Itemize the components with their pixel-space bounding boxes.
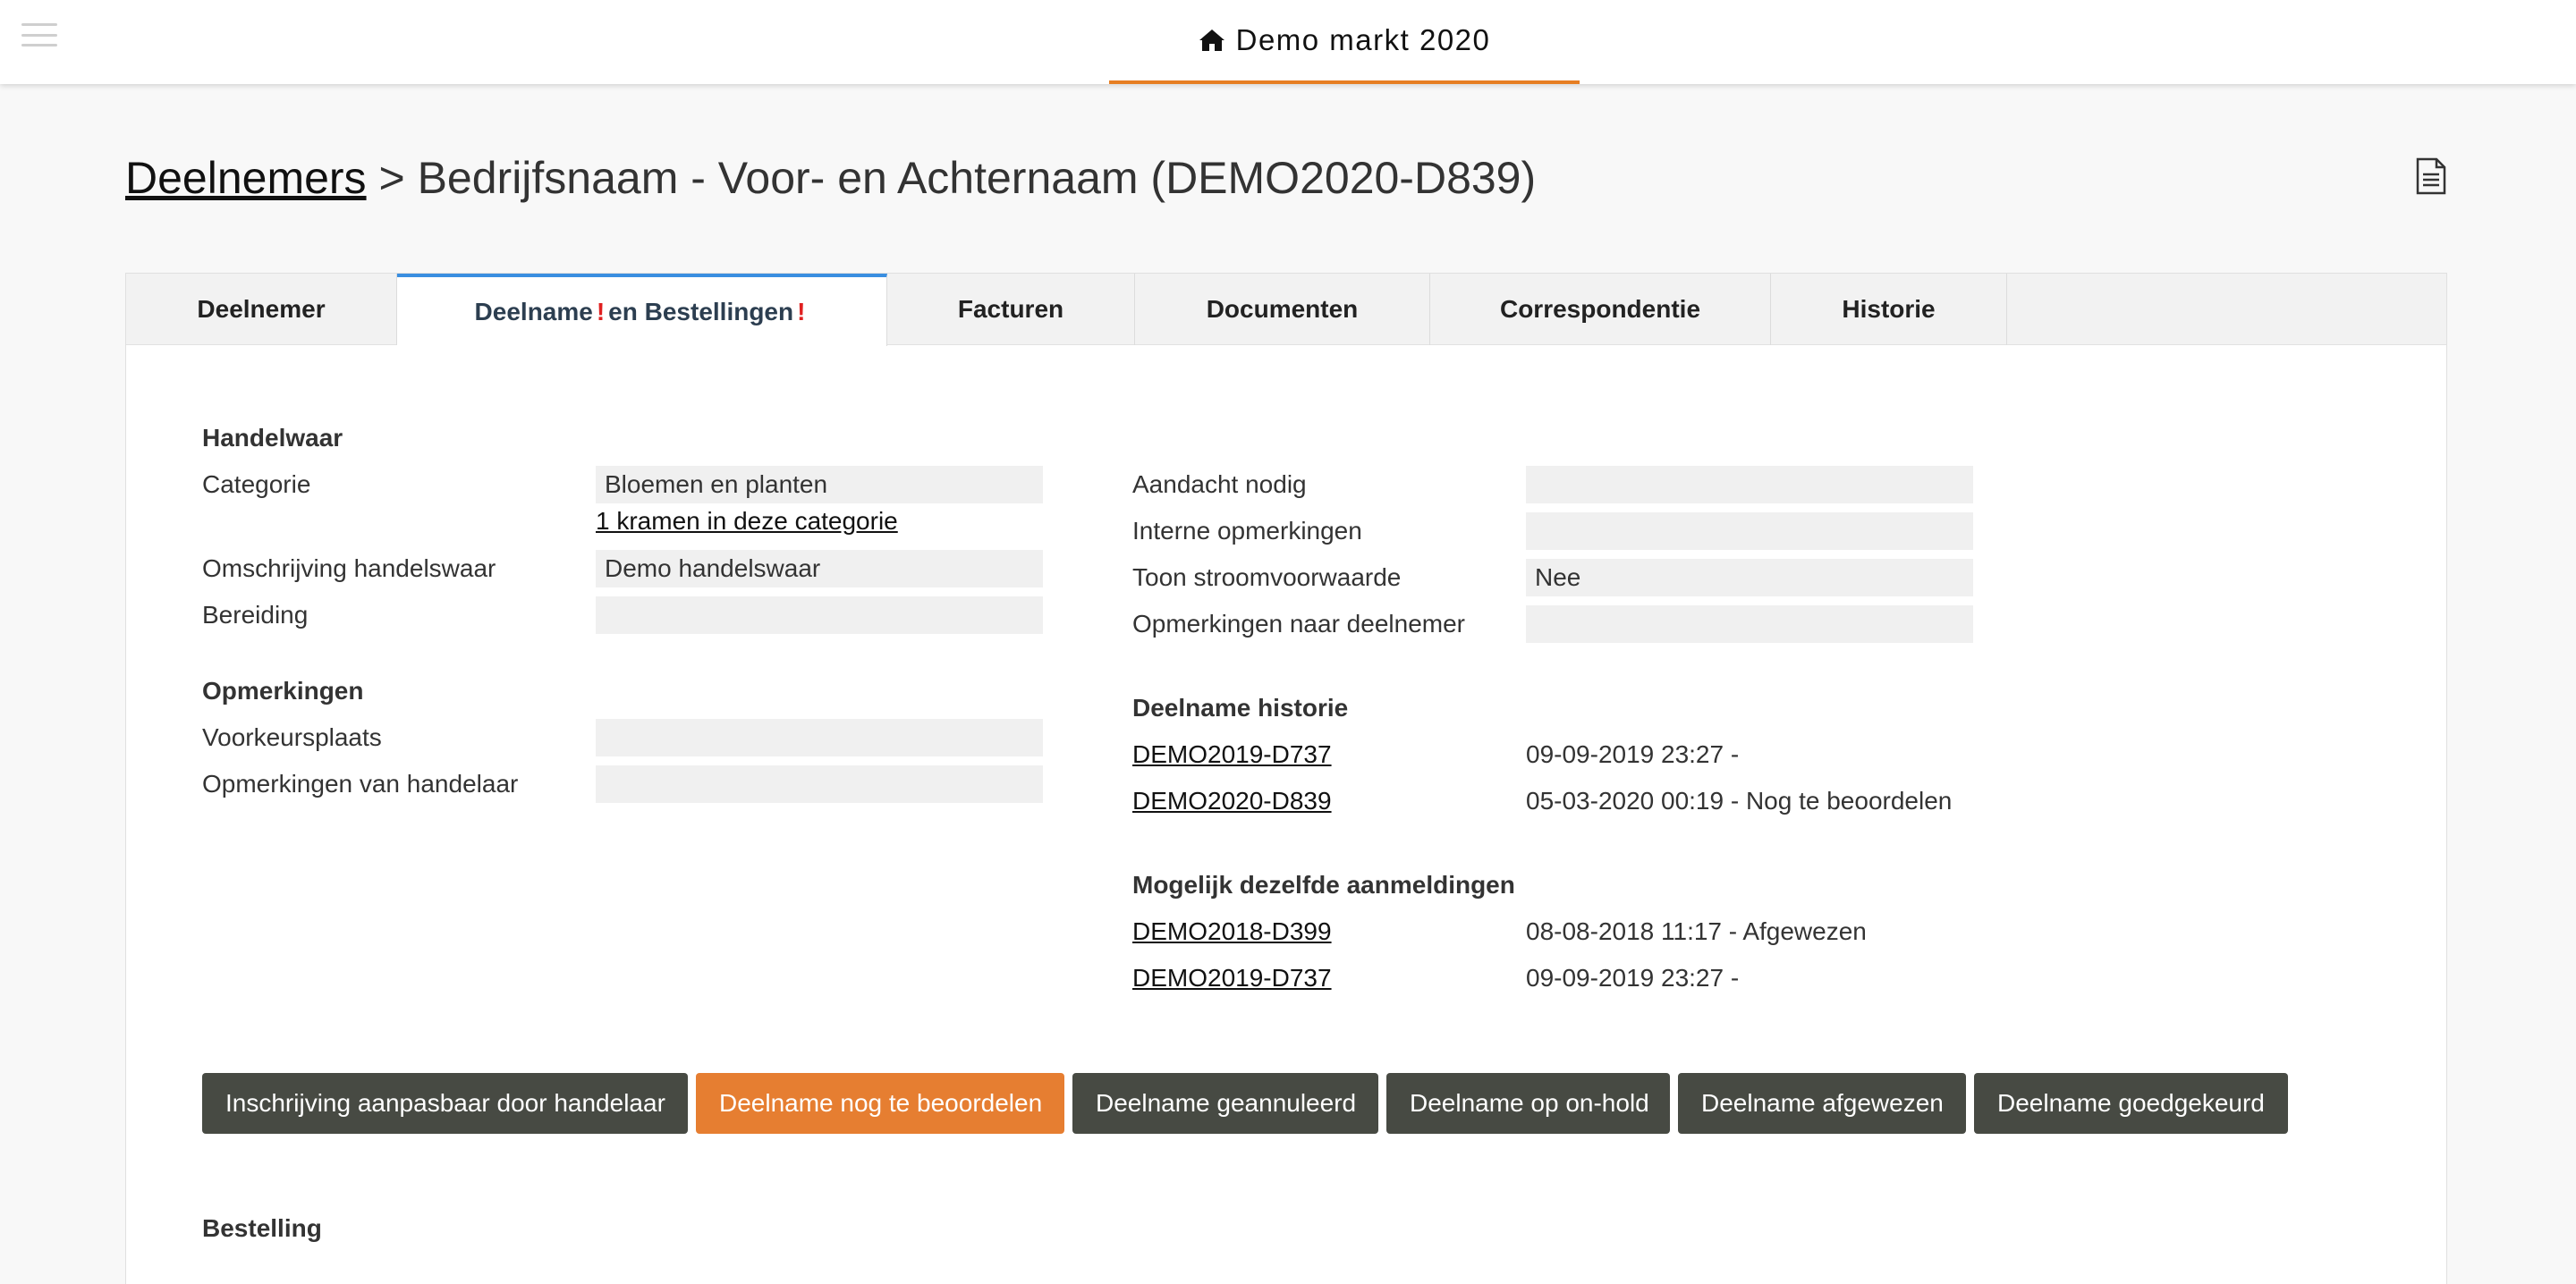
nog-te-beoordelen-button[interactable]: Deelname nog te beoordelen <box>696 1073 1064 1134</box>
goedgekeurd-button[interactable]: Deelname goedgekeurd <box>1974 1073 2288 1134</box>
opmerkingen-naar-deelnemer-label: Opmerkingen naar deelnemer <box>1132 610 1465 638</box>
breadcrumb-current: Bedrijfsnaam - Voor- en Achternaam (DEMO… <box>417 153 1537 203</box>
aanmelding-link[interactable]: DEMO2018-D399 <box>1132 917 1332 946</box>
omschrijving-label: Omschrijving handelswaar <box>202 554 496 582</box>
opmerkingen-handelaar-field[interactable] <box>596 765 1043 803</box>
section-bestelling: Bestelling <box>202 1214 322 1242</box>
kramen-categorie-link[interactable]: 1 kramen in deze categorie <box>596 507 898 536</box>
alert-icon: ! <box>797 297 806 325</box>
aanpasbaar-button[interactable]: Inschrijving aanpasbaar door handelaar <box>202 1073 688 1134</box>
tab-label: Documenten <box>1206 295 1359 323</box>
geannuleerd-button[interactable]: Deelname geannuleerd <box>1072 1073 1378 1134</box>
section-dezelfde-aanmeldingen: Mogelijk dezelfde aanmeldingen <box>1132 871 1515 899</box>
tab-label: Facturen <box>957 295 1064 323</box>
tab-documenten[interactable]: Documenten <box>1135 274 1430 345</box>
stroomvoorwaarde-field[interactable]: Nee <box>1526 559 1973 596</box>
voorkeursplaats-field[interactable] <box>596 719 1043 756</box>
document-icon[interactable] <box>2415 157 2447 195</box>
afgewezen-button[interactable]: Deelname afgewezen <box>1678 1073 1966 1134</box>
tab-deelnemer[interactable]: Deelnemer <box>126 274 397 345</box>
tab-label: Deelname <box>474 297 593 325</box>
top-bar: Demo markt 2020 <box>0 0 2576 84</box>
voorkeursplaats-label: Voorkeursplaats <box>202 723 382 751</box>
aandacht-nodig-label: Aandacht nodig <box>1132 470 1307 498</box>
tab-deelname-bestellingen[interactable]: Deelname ! en Bestellingen ! <box>397 274 887 346</box>
aandacht-nodig-field[interactable] <box>1526 466 1973 503</box>
on-hold-button[interactable]: Deelname op on-hold <box>1386 1073 1670 1134</box>
status-button-row: Inschrijving aanpasbaar door handelaar D… <box>202 1073 2296 1134</box>
tab-label: Correspondentie <box>1499 295 1701 323</box>
tab-correspondentie[interactable]: Correspondentie <box>1430 274 1771 345</box>
bereiding-label: Bereiding <box>202 601 309 629</box>
hamburger-icon[interactable] <box>21 23 57 46</box>
tab-historie[interactable]: Historie <box>1771 274 2007 345</box>
breadcrumb-deelnemers-link[interactable]: Deelnemers <box>125 153 367 203</box>
market-title-link[interactable]: Demo markt 2020 <box>1109 0 1580 84</box>
section-deelname-historie: Deelname historie <box>1132 694 1349 722</box>
tab-label: Deelnemer <box>197 295 326 323</box>
breadcrumb-separator: > <box>378 153 405 203</box>
historie-info: 09-09-2019 23:27 - <box>1526 740 1740 768</box>
historie-link[interactable]: DEMO2019-D737 <box>1132 740 1332 769</box>
interne-opmerkingen-label: Interne opmerkingen <box>1132 517 1362 545</box>
historie-link[interactable]: DEMO2020-D839 <box>1132 787 1332 815</box>
bereiding-field[interactable] <box>596 596 1043 634</box>
opmerkingen-handelaar-label: Opmerkingen van handelaar <box>202 770 519 798</box>
aanmelding-info: 08-08-2018 11:17 - Afgewezen <box>1526 917 1867 945</box>
aanmelding-info: 09-09-2019 23:27 - <box>1526 964 1740 992</box>
omschrijving-field[interactable]: Demo handelswaar <box>596 550 1043 587</box>
alert-icon: ! <box>596 297 606 325</box>
opmerkingen-naar-deelnemer-field[interactable] <box>1526 605 1973 643</box>
historie-info: 05-03-2020 00:19 - Nog te beoordelen <box>1526 787 1953 815</box>
section-opmerkingen: Opmerkingen <box>202 677 364 705</box>
page-title: Deelnemers > Bedrijfsnaam - Voor- en Ach… <box>125 152 1536 204</box>
tab-label: Historie <box>1842 295 1936 323</box>
aanmelding-link[interactable]: DEMO2019-D737 <box>1132 964 1332 993</box>
market-title-text: Demo markt 2020 <box>1235 23 1491 56</box>
tab-label: en Bestellingen <box>608 297 794 325</box>
tab-bar: Deelnemer Deelname ! en Bestellingen ! F… <box>126 274 2446 346</box>
categorie-field[interactable]: Bloemen en planten <box>596 466 1043 503</box>
home-icon <box>1199 28 1225 53</box>
stroomvoorwaarde-label: Toon stroomvoorwaarde <box>1132 563 1402 591</box>
categorie-label: Categorie <box>202 470 311 498</box>
section-handelwaar: Handelwaar <box>202 424 343 452</box>
tab-facturen[interactable]: Facturen <box>887 274 1135 345</box>
interne-opmerkingen-field[interactable] <box>1526 512 1973 550</box>
